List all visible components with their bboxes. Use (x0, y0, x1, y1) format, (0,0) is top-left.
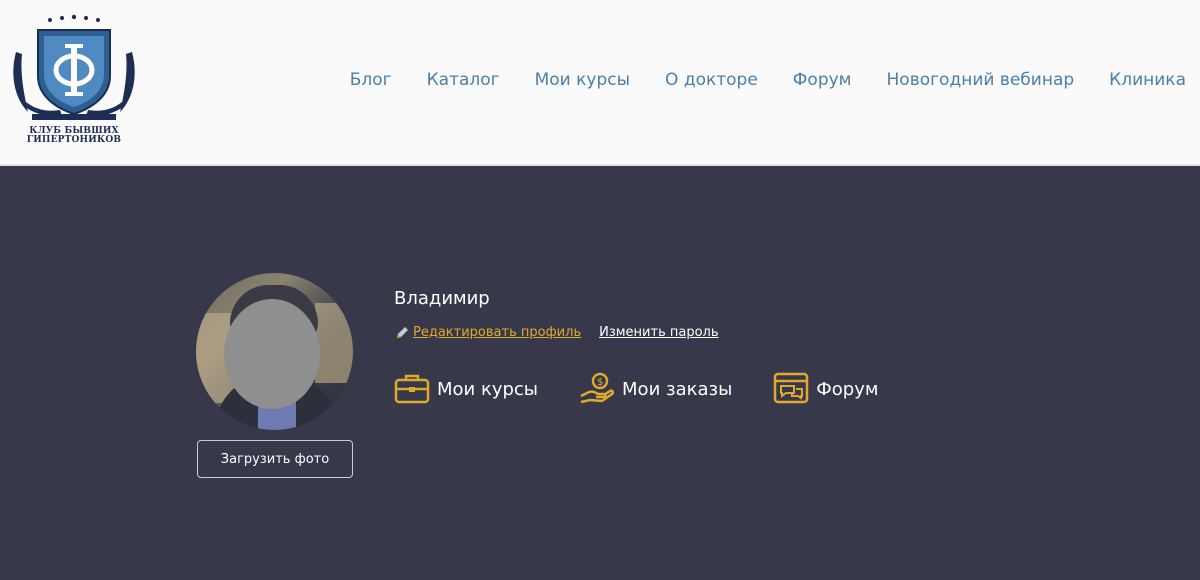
nav-link-about-doctor[interactable]: О докторе (665, 68, 758, 92)
logo-emblem-icon (13, 14, 135, 120)
site-header: КЛУБ БЫВШИХ ГИПЕРТОНИКОВ Блог Каталог Мо… (0, 0, 1200, 166)
nav-link-forum[interactable]: Форум (793, 68, 852, 92)
menu-item-my-orders[interactable]: $ Мои заказы (578, 370, 732, 408)
menu-item-my-courses[interactable]: Мои курсы (393, 370, 538, 408)
edit-profile-link[interactable]: Редактировать профиль (413, 323, 581, 343)
user-name: Владимир (394, 288, 490, 309)
money-hand-icon: $ (580, 372, 615, 404)
profile-menu: Мои курсы $ Мои заказы Форум (393, 370, 878, 408)
menu-item-label: Форум (816, 378, 879, 400)
menu-item-label: Мои курсы (437, 378, 539, 400)
avatar-background-shelf (315, 303, 353, 383)
briefcase-icon (394, 374, 430, 404)
menu-item-forum[interactable]: Форум (772, 370, 878, 408)
pencil-icon (397, 327, 408, 338)
profile-links: Редактировать профиль Изменить пароль (394, 323, 719, 343)
menu-item-label: Мои заказы (622, 378, 733, 400)
nav-link-new-year-webinar[interactable]: Новогодний вебинар (887, 68, 1075, 92)
nav-link-catalog[interactable]: Каталог (427, 68, 500, 92)
upload-photo-button[interactable]: Загрузить фото (197, 440, 353, 478)
logo-text-line2: ГИПЕРТОНИКОВ (26, 135, 122, 145)
nav-link-clinic[interactable]: Клиника (1109, 68, 1186, 92)
club-logo[interactable]: КЛУБ БЫВШИХ ГИПЕРТОНИКОВ (10, 14, 138, 150)
main-nav: Блог Каталог Мои курсы О докторе Форум Н… (350, 68, 1186, 92)
forum-icon (774, 372, 809, 404)
nav-link-blog[interactable]: Блог (350, 68, 392, 92)
nav-link-my-courses[interactable]: Мои курсы (535, 68, 630, 92)
change-password-link[interactable]: Изменить пароль (599, 323, 718, 343)
svg-text:$: $ (597, 377, 603, 388)
avatar-face-blur (224, 299, 320, 409)
avatar (196, 273, 353, 430)
